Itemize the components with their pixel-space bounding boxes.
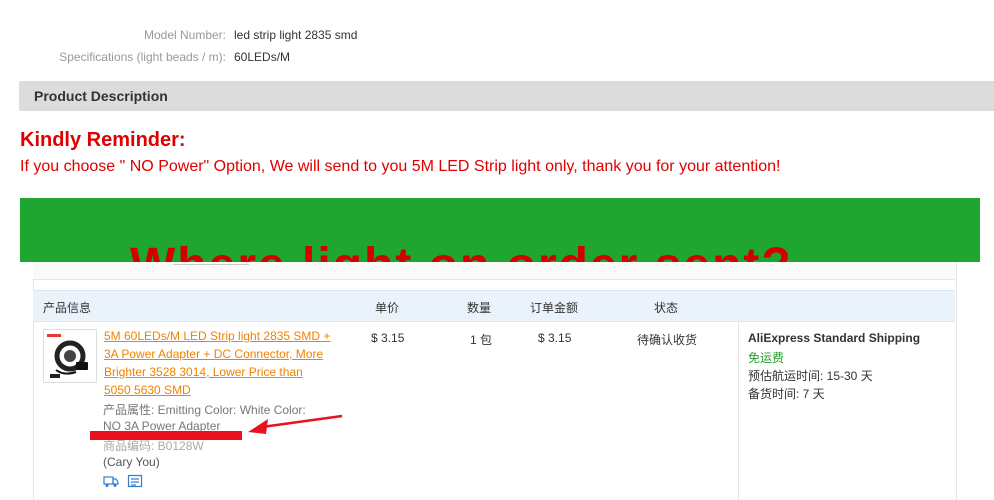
header-unit-price: 单价 [375,301,400,315]
shipping-method: AliExpress Standard Shipping [748,331,921,345]
product-description-header: Product Description [19,81,994,111]
estimated-shipping-time: 预估航运时间: 15-30 天 [748,369,873,383]
header-product-info: 产品信息 [43,301,92,315]
reminder-text: If you choose " NO Power" Option, We wil… [20,158,781,175]
order-top-strip [33,262,955,280]
buyer-name: (Cary You) [103,455,160,469]
green-banner: Where light on order sent? [20,198,980,262]
spec-label: Model Number: [143,28,226,42]
annotation-underline [90,431,242,440]
free-shipping-label: 免运费 [748,351,785,365]
shipping-divider [738,321,739,500]
spec-value: 60LEDs/M [234,50,291,64]
header-quantity: 数量 [467,301,492,315]
handling-time: 备货时间: 7 天 [748,387,825,401]
truck-icon[interactable] [103,474,119,488]
list-icon[interactable] [127,474,143,488]
order-status: 待确认收货 [637,333,698,347]
spec-value: led strip light 2835 smd [234,28,358,42]
header-order-amount: 订单金额 [530,301,579,315]
banner-text: Where light on order sent? [130,238,793,262]
led-strip-image [47,334,88,378]
annotation-arrow-icon [248,414,343,434]
header-status: 状态 [654,301,679,315]
order-amount: $ 3.15 [538,331,572,345]
reminder-title: Kindly Reminder: [20,129,186,151]
product-description-title: Product Description [34,88,168,104]
product-thumbnail[interactable] [43,329,97,383]
unit-price: $ 3.15 [371,331,405,345]
order-table-header: 产品信息 单价 数量 订单金额 状态 [33,290,955,322]
product-title-link[interactable]: 5M 60LEDs/M LED Strip light 2835 SMD + 3… [104,327,332,399]
spec-label: Specifications (light beads / m): [59,50,226,64]
quantity: 1 包 [470,333,493,347]
